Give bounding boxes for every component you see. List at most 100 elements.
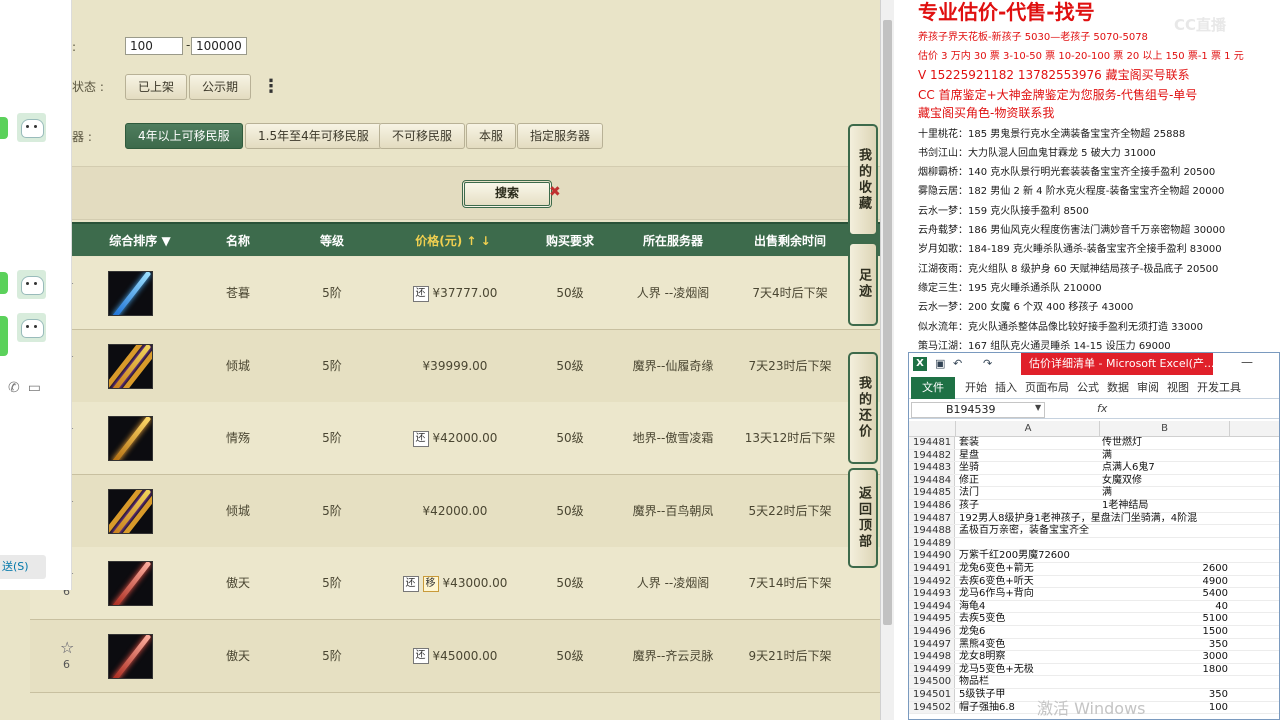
row-number[interactable]: 194488 xyxy=(909,525,955,537)
status-listed-button[interactable]: 已上架 xyxy=(125,74,188,100)
tab-review[interactable]: 审阅 xyxy=(1137,377,1159,399)
cell-b[interactable]: 点满人6鬼7 xyxy=(1100,462,1230,474)
select-all-corner[interactable] xyxy=(909,421,956,437)
column-header-b[interactable]: B xyxy=(1100,421,1230,437)
save-icon[interactable]: ▣ xyxy=(935,357,945,370)
cell-a[interactable]: 万紫千红200男魔72600 xyxy=(957,550,1100,562)
tab-my-favorites[interactable]: 我的收藏 xyxy=(848,124,878,236)
weapon-icon[interactable] xyxy=(108,416,153,461)
cell-a[interactable]: 去疾6变色+听天 xyxy=(957,576,1100,588)
server-specific-button[interactable]: 指定服务器 xyxy=(517,123,604,149)
chevron-down-icon[interactable]: ▼ xyxy=(1035,403,1041,412)
minimize-icon[interactable]: — xyxy=(1241,355,1253,369)
cell-a[interactable]: 法门 xyxy=(957,487,1100,499)
cell-a[interactable]: 龙兔6变色+箭无 xyxy=(957,563,1100,575)
price-max-input[interactable] xyxy=(191,37,247,55)
page-scrollbar[interactable] xyxy=(880,0,894,720)
cell-a[interactable]: 海龟4 xyxy=(957,601,1100,613)
cell-b[interactable]: 1800 xyxy=(1100,664,1230,676)
cell-a[interactable]: 龙马6作鸟+背向 xyxy=(957,588,1100,600)
tab-developer[interactable]: 开发工具 xyxy=(1197,377,1241,399)
cell-a[interactable]: 孟极百万亲密，装备宝宝齐全 xyxy=(957,525,1100,537)
table-row[interactable]: ☆倾城5阶¥42000.0050级魔界--百鸟朝凤5天22时后下架 xyxy=(30,474,880,548)
row-number[interactable]: 194489 xyxy=(909,537,955,550)
cell-b[interactable] xyxy=(1100,538,1230,550)
tab-view[interactable]: 视图 xyxy=(1167,377,1189,399)
avatar[interactable] xyxy=(17,313,46,342)
cell-b[interactable]: 5100 xyxy=(1100,613,1230,625)
row-number[interactable]: 194498 xyxy=(909,651,955,663)
cell-b[interactable]: 350 xyxy=(1100,639,1230,651)
cell-b[interactable]: 1500 xyxy=(1100,626,1230,638)
tab-page-layout[interactable]: 页面布局 xyxy=(1025,377,1069,399)
sort-composite-header[interactable]: 综合排序 ▼ xyxy=(100,224,180,258)
weapon-icon[interactable] xyxy=(108,488,153,534)
cell-b[interactable] xyxy=(1100,550,1230,562)
cell-b[interactable]: 2600 xyxy=(1100,563,1230,575)
cell-b[interactable]: 4900 xyxy=(1100,576,1230,588)
row-number[interactable]: 194490 xyxy=(909,550,955,562)
tab-my-counteroffers[interactable]: 我的还价 xyxy=(848,352,878,464)
row-number[interactable]: 194493 xyxy=(909,588,955,600)
table-row[interactable]: ☆2苍暮5阶还¥37777.0050级人界 --凌烟阁7天4时后下架 xyxy=(30,257,880,330)
redo-icon[interactable]: ↷ xyxy=(983,357,992,370)
weapon-icon[interactable] xyxy=(108,343,153,389)
row-number[interactable]: 194486 xyxy=(909,500,955,512)
cell-a[interactable]: 黑熊4变色 xyxy=(957,639,1100,651)
send-button[interactable]: 送(S) xyxy=(0,555,46,579)
cell-a[interactable]: 192男人8级护身1老神孩子，星盘法门坐骑满，4阶混 xyxy=(957,513,1197,525)
cell-a[interactable]: 物品栏 xyxy=(957,676,1100,688)
item-name[interactable]: 倾城 xyxy=(208,330,268,403)
cell-a[interactable]: 坐骑 xyxy=(957,462,1100,474)
price-sort-header[interactable]: 价格(元) ↑ ↓ xyxy=(398,224,508,258)
cell-a[interactable]: 套装 xyxy=(957,437,1100,449)
row-number[interactable]: 194495 xyxy=(909,613,955,625)
weapon-icon[interactable] xyxy=(108,561,153,606)
phone-icon[interactable]: ✆ xyxy=(8,380,28,396)
video-icon[interactable]: ▭ xyxy=(28,380,49,396)
cell-b[interactable]: 满 xyxy=(1100,487,1230,499)
row-number[interactable]: 194484 xyxy=(909,474,955,487)
row-number[interactable]: 194483 xyxy=(909,462,955,474)
row-number[interactable]: 194502 xyxy=(909,701,955,714)
cell-a[interactable]: 修正 xyxy=(957,475,1100,487)
table-row[interactable]: ☆ 6 傲天 5阶 还 ¥45000.00 50级 魔界--齐云灵脉 9天21时后下架 xyxy=(30,619,880,693)
more-options-icon[interactable]: ⋮ xyxy=(262,78,280,96)
favorite-icon[interactable]: ☆ xyxy=(60,638,74,657)
table-row[interactable]: ☆6傲天5阶还移¥43000.0050级人界 --凌烟阁7天14时后下架 xyxy=(30,547,880,620)
tab-footprints[interactable]: 足迹 xyxy=(848,242,878,326)
row-number[interactable]: 194499 xyxy=(909,663,955,676)
cell-b[interactable]: 3000 xyxy=(1100,651,1230,663)
server-not-migratable-button[interactable]: 不可移民服 xyxy=(379,123,466,149)
server-this-button[interactable]: 本服 xyxy=(466,123,517,149)
tab-insert[interactable]: 插入 xyxy=(995,377,1017,399)
cell-b[interactable] xyxy=(1100,525,1230,537)
scrollbar-thumb[interactable] xyxy=(883,20,892,625)
item-name[interactable]: 傲天 xyxy=(208,547,268,620)
cell-a[interactable] xyxy=(957,538,1100,550)
item-name[interactable]: 傲天 xyxy=(208,620,268,693)
row-number[interactable]: 194496 xyxy=(909,626,955,638)
avatar[interactable] xyxy=(17,270,46,299)
weapon-icon[interactable] xyxy=(108,633,153,679)
row-number[interactable]: 194492 xyxy=(909,575,955,588)
tab-file[interactable]: 文件 xyxy=(911,377,955,399)
close-icon[interactable]: ✖ xyxy=(549,184,561,200)
cell-a[interactable]: 龙马5变色+无极 xyxy=(957,664,1100,676)
row-number[interactable]: 194485 xyxy=(909,487,955,499)
fx-icon[interactable]: fx xyxy=(1097,402,1107,415)
row-number[interactable]: 194481 xyxy=(909,437,955,449)
row-number[interactable]: 194482 xyxy=(909,449,955,462)
item-name[interactable]: 情殇 xyxy=(208,402,268,475)
cell-a[interactable]: 龙女8明察 xyxy=(957,651,1100,663)
row-number[interactable]: 194500 xyxy=(909,676,955,688)
row-number[interactable]: 194494 xyxy=(909,600,955,613)
table-row[interactable]: ☆1情殇5阶还¥42000.0050级地界--傲雪凌霜13天12时后下架 xyxy=(30,402,880,475)
cell-a[interactable]: 孩子 xyxy=(957,500,1100,512)
cell-a[interactable]: 龙兔6 xyxy=(957,626,1100,638)
server-4y-migratable-button[interactable]: 4年以上可移民服 xyxy=(125,123,243,149)
server-1.5-4y-button[interactable]: 1.5年至4年可移民服 xyxy=(245,123,382,149)
row-number[interactable]: 194497 xyxy=(909,638,955,651)
cell-b[interactable]: 1老神结局 xyxy=(1100,500,1230,512)
tab-home[interactable]: 开始 xyxy=(965,377,987,399)
